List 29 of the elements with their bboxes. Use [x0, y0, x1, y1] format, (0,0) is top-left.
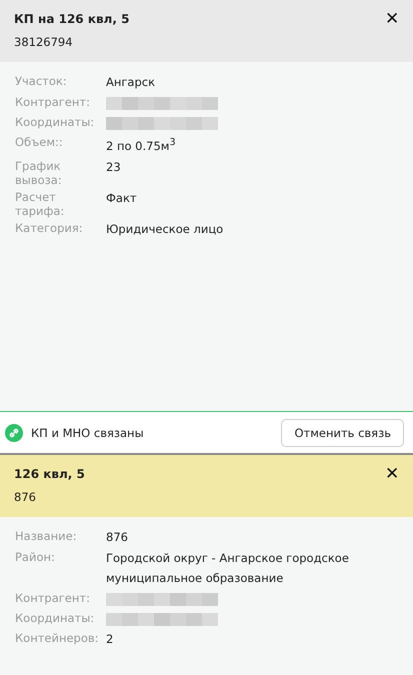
field-value: 2	[106, 631, 114, 648]
field-label: Район:	[15, 550, 56, 564]
card-title: КП на 126 квл, 5	[14, 12, 130, 26]
field-value: Ангарск	[106, 74, 156, 91]
field-label: Контрагент:	[15, 95, 91, 109]
field-value: Факт	[106, 190, 138, 207]
field-label: Контейнеров:	[15, 631, 100, 645]
close-button[interactable]: ✕	[385, 465, 399, 482]
field-label: График вывоза:	[15, 158, 63, 187]
field-label: Контрагент:	[15, 591, 91, 605]
field-label: Расчет тарифа:	[15, 190, 66, 218]
card-title: 126 квл, 5	[14, 466, 85, 480]
field-label: Участок:	[15, 74, 68, 88]
field-value: Юридическое лицо	[106, 220, 224, 238]
unlink-button[interactable]: Отменить связь	[281, 418, 404, 446]
field-value: 2 по 0.75м$^{3}$	[106, 136, 177, 155]
field-value: 23	[106, 158, 122, 176]
field-label: Координаты:	[15, 115, 96, 129]
link-icon	[5, 424, 23, 442]
field-value: 876	[106, 529, 129, 546]
field-label: Категория:	[15, 220, 84, 235]
card-id: 876	[14, 490, 37, 504]
field-label: Объем::	[15, 135, 64, 149]
field-label: Координаты:	[15, 611, 96, 625]
card-id: 38126794	[14, 35, 74, 49]
close-button[interactable]: ✕	[385, 10, 399, 27]
link-status: КП и МНО связаны	[31, 426, 145, 440]
field-label: Название:	[15, 529, 78, 543]
field-value: Городской округ - Ангарское городское муниципальное образование	[106, 550, 350, 587]
